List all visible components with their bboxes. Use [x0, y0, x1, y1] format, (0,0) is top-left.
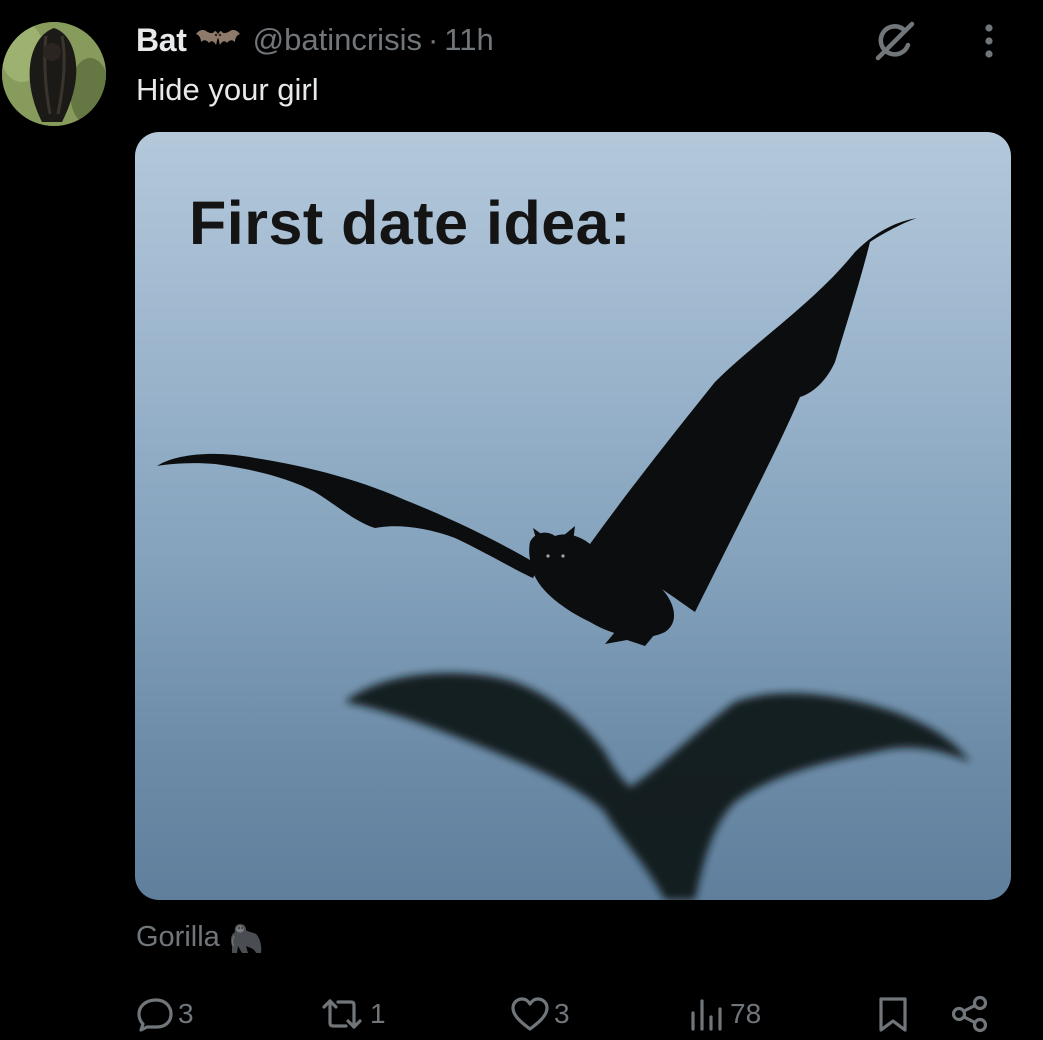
like-count: 3: [554, 998, 570, 1029]
views-button[interactable]: 78: [688, 994, 761, 1034]
reply-context[interactable]: Gorilla: [136, 920, 264, 954]
media-caption: First date idea:: [189, 189, 631, 257]
tweet-header: Bat @batincrisis · 11h: [136, 18, 494, 62]
share-button[interactable]: [950, 994, 990, 1034]
more-vertical-icon[interactable]: [974, 20, 1004, 62]
avatar[interactable]: [2, 22, 106, 126]
speech-bubble-icon: [137, 998, 173, 1032]
user-handle[interactable]: @batincrisis: [253, 22, 422, 58]
reply-context-text: Gorilla: [136, 920, 220, 953]
tweet-media-image[interactable]: First date idea:: [135, 132, 1011, 900]
reply-button[interactable]: 3: [136, 994, 194, 1034]
reply-count: 3: [178, 998, 194, 1029]
share-icon: [951, 995, 988, 1033]
repost-button[interactable]: 1: [318, 994, 386, 1034]
bar-chart-icon: [691, 999, 722, 1031]
views-count: 78: [730, 998, 762, 1029]
avatar-bat-image: [2, 22, 106, 126]
gorilla-emoji-icon: [228, 920, 264, 954]
heart-icon: [511, 997, 549, 1031]
display-name[interactable]: Bat: [136, 22, 187, 59]
tweet-text: Hide your girl: [136, 72, 319, 107]
bat-emoji-icon: [195, 26, 241, 54]
bookmark-icon: [879, 997, 907, 1032]
repost-count: 1: [370, 998, 386, 1029]
repost-arrows-icon: [322, 999, 362, 1029]
grok-icon[interactable]: [872, 18, 918, 64]
separator-dot: ·: [427, 22, 439, 57]
timestamp[interactable]: 11h: [444, 22, 493, 58]
bookmark-button[interactable]: [876, 994, 910, 1034]
like-button[interactable]: 3: [510, 994, 570, 1034]
